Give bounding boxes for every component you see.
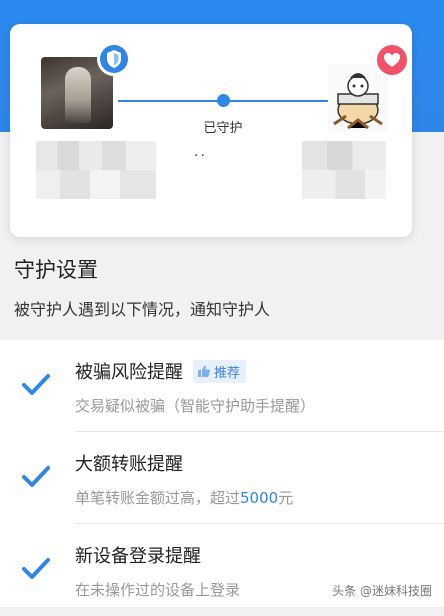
list-item-large-transfer-alert[interactable]: 大额转账提醒 单笔转账金额过高，超过5000元	[0, 432, 444, 524]
item-title-text: 大额转账提醒	[75, 454, 183, 475]
guardian-card: 已守护 ··	[10, 24, 412, 237]
list-item-new-device-alert[interactable]: 新设备登录提醒 在未操作过的设备上登录	[0, 524, 444, 616]
item-title: 大额转账提醒	[75, 450, 183, 476]
recommend-badge: 推荐	[193, 359, 247, 383]
shield-icon	[97, 42, 131, 76]
section-subtitle: 被守护人遇到以下情况，通知守护人	[14, 300, 271, 319]
guard-settings-list: 被骗风险提醒 推荐 交易疑似被骗（智能守护助手提醒） 大额转账提醒 单笔转账金额…	[0, 340, 444, 607]
thumbs-up-icon	[198, 365, 211, 377]
item-description: 在未操作过的设备上登录	[75, 581, 241, 599]
list-item-fraud-alert[interactable]: 被骗风险提醒 推荐 交易疑似被骗（智能守护助手提醒）	[0, 340, 444, 432]
check-icon[interactable]	[20, 368, 52, 400]
connection-dot	[217, 94, 230, 107]
check-icon[interactable]	[20, 460, 52, 492]
desc-prefix: 单笔转账金额过高，超过	[75, 489, 241, 507]
item-title-text: 新设备登录提醒	[75, 546, 201, 567]
heart-icon	[374, 42, 410, 78]
desc-amount: 5000	[240, 489, 279, 507]
item-description: 单笔转账金额过高，超过5000元	[75, 487, 293, 508]
section-title: 守护设置	[14, 258, 98, 282]
guard-status-label: 已守护	[203, 121, 243, 136]
guarded-user-name-blurred	[36, 141, 156, 199]
guardian-name-blurred	[302, 141, 386, 199]
item-title: 被骗风险提醒 推荐	[75, 358, 247, 384]
item-title-text: 被骗风险提醒	[75, 362, 183, 383]
badge-label: 推荐	[214, 365, 241, 381]
item-description: 交易疑似被骗（智能守护助手提醒）	[75, 397, 316, 415]
ellipsis-text: ··	[194, 148, 207, 164]
watermark: 头条 @迷妹科技圈	[332, 584, 432, 598]
item-title: 新设备登录提醒	[75, 542, 201, 568]
desc-suffix: 元	[278, 489, 294, 507]
check-icon[interactable]	[20, 552, 52, 584]
